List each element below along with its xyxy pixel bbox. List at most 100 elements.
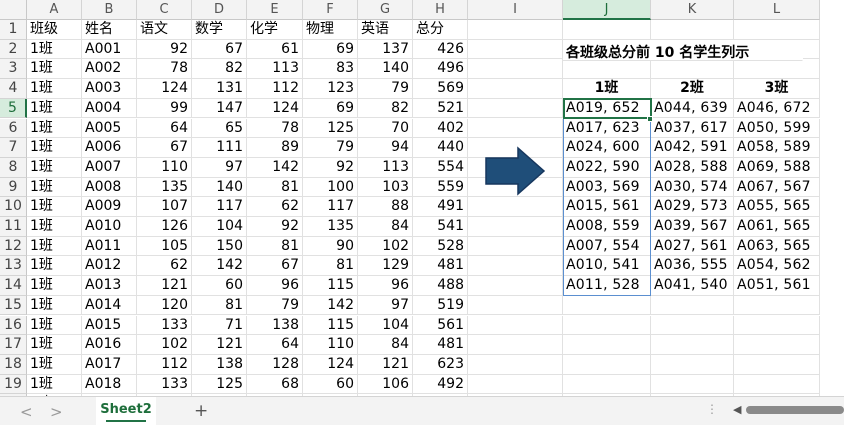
left-table-cell[interactable]: 97 bbox=[192, 157, 247, 178]
sheet-tab-sheet2[interactable]: Sheet2 bbox=[96, 397, 156, 425]
row-header-2[interactable]: 2 bbox=[0, 39, 27, 60]
left-table-cell[interactable]: 60 bbox=[303, 374, 358, 395]
empty-cell[interactable] bbox=[468, 118, 563, 139]
left-table-cell[interactable]: 70 bbox=[358, 118, 413, 139]
add-sheet-icon[interactable]: + bbox=[194, 401, 208, 421]
column-header-g[interactable]: G bbox=[358, 0, 413, 20]
left-table-cell[interactable]: 135 bbox=[137, 177, 192, 198]
left-table-cell[interactable]: 1班 bbox=[27, 335, 82, 355]
row-header-13[interactable]: 13 bbox=[0, 256, 27, 277]
right-table-cell[interactable]: A030, 574 bbox=[651, 177, 734, 198]
left-table-cell[interactable]: 117 bbox=[192, 197, 247, 217]
right-table-cell[interactable]: A051, 561 bbox=[734, 276, 820, 296]
left-table-cell[interactable]: 126 bbox=[137, 217, 192, 237]
left-table-cell[interactable]: 135 bbox=[303, 217, 358, 237]
left-table-cell[interactable]: 496 bbox=[413, 59, 468, 80]
left-table-cell[interactable]: 124 bbox=[137, 79, 192, 99]
left-table-header-cell[interactable]: 物理 bbox=[303, 20, 358, 40]
right-table-cell[interactable]: A029, 573 bbox=[651, 197, 734, 217]
right-table-cell[interactable]: A027, 561 bbox=[651, 236, 734, 257]
left-table-cell[interactable]: 97 bbox=[358, 295, 413, 316]
left-table-cell[interactable]: 83 bbox=[303, 59, 358, 80]
left-table-cell[interactable]: 133 bbox=[137, 374, 192, 395]
left-table-cell[interactable]: 67 bbox=[247, 256, 303, 277]
left-table-cell[interactable]: 1班 bbox=[27, 315, 82, 336]
horizontal-scrollbar[interactable] bbox=[746, 406, 844, 414]
empty-cell[interactable] bbox=[734, 354, 820, 375]
right-table-cell[interactable]: A019, 652 bbox=[563, 98, 651, 119]
left-table-cell[interactable]: 129 bbox=[358, 256, 413, 277]
row-header-17[interactable]: 17 bbox=[0, 335, 27, 355]
empty-cell[interactable] bbox=[734, 295, 820, 316]
right-table-cell[interactable]: A008, 559 bbox=[563, 217, 651, 237]
left-table-cell[interactable]: 106 bbox=[358, 374, 413, 395]
empty-cell[interactable] bbox=[468, 236, 563, 257]
left-table-cell[interactable]: 64 bbox=[137, 118, 192, 139]
right-table-cell[interactable]: A054, 562 bbox=[734, 256, 820, 277]
left-table-cell[interactable]: 82 bbox=[192, 59, 247, 80]
right-table-cell[interactable]: A011, 528 bbox=[563, 276, 651, 296]
left-table-cell[interactable]: 426 bbox=[413, 39, 468, 60]
right-table-cell[interactable]: A069, 588 bbox=[734, 157, 820, 178]
empty-cell[interactable] bbox=[651, 354, 734, 375]
left-table-header-cell[interactable]: 语文 bbox=[137, 20, 192, 40]
left-table-cell[interactable]: 440 bbox=[413, 138, 468, 158]
left-table-cell[interactable]: 125 bbox=[192, 374, 247, 395]
left-table-cell[interactable]: 69 bbox=[303, 98, 358, 119]
left-table-cell[interactable]: 65 bbox=[192, 118, 247, 139]
left-table-cell[interactable]: A003 bbox=[82, 79, 137, 99]
left-table-cell[interactable]: 133 bbox=[137, 315, 192, 336]
empty-cell[interactable] bbox=[563, 315, 651, 336]
left-table-cell[interactable]: 142 bbox=[192, 256, 247, 277]
left-table-cell[interactable]: 99 bbox=[137, 98, 192, 119]
row-header-9[interactable]: 9 bbox=[0, 177, 27, 198]
left-table-cell[interactable]: 1班 bbox=[27, 236, 82, 257]
row-header-7[interactable]: 7 bbox=[0, 138, 27, 158]
right-table-cell[interactable]: A036, 555 bbox=[651, 256, 734, 277]
left-table-cell[interactable]: 81 bbox=[303, 256, 358, 277]
left-table-cell[interactable]: 62 bbox=[137, 256, 192, 277]
left-table-cell[interactable]: 105 bbox=[137, 236, 192, 257]
column-header-f[interactable]: F bbox=[303, 0, 358, 20]
left-table-cell[interactable]: 94 bbox=[358, 138, 413, 158]
left-table-cell[interactable]: 81 bbox=[247, 236, 303, 257]
left-table-cell[interactable]: A011 bbox=[82, 236, 137, 257]
empty-cell[interactable] bbox=[468, 315, 563, 336]
left-table-cell[interactable]: 110 bbox=[303, 335, 358, 355]
left-table-cell[interactable]: 84 bbox=[358, 335, 413, 355]
row-header-12[interactable]: 12 bbox=[0, 236, 27, 257]
column-header-k[interactable]: K bbox=[651, 0, 734, 20]
left-table-cell[interactable]: A002 bbox=[82, 59, 137, 80]
right-table-cell[interactable]: A003, 569 bbox=[563, 177, 651, 198]
row-header-10[interactable]: 10 bbox=[0, 197, 27, 217]
right-table-cell[interactable]: A067, 567 bbox=[734, 177, 820, 198]
empty-cell[interactable] bbox=[563, 335, 651, 355]
column-header-d[interactable]: D bbox=[192, 0, 247, 20]
left-table-cell[interactable]: 140 bbox=[358, 59, 413, 80]
left-table-cell[interactable]: 137 bbox=[358, 39, 413, 60]
left-table-cell[interactable]: 1班 bbox=[27, 79, 82, 99]
column-header-l[interactable]: L bbox=[734, 0, 820, 20]
left-table-cell[interactable]: 124 bbox=[303, 354, 358, 375]
left-table-cell[interactable]: A008 bbox=[82, 177, 137, 198]
left-table-cell[interactable]: 492 bbox=[413, 374, 468, 395]
left-table-cell[interactable]: A010 bbox=[82, 217, 137, 237]
left-table-cell[interactable]: 67 bbox=[137, 138, 192, 158]
right-table-cell[interactable]: A010, 541 bbox=[563, 256, 651, 277]
more-options-icon[interactable]: ⋮ bbox=[706, 402, 718, 416]
right-table-cell[interactable]: A041, 540 bbox=[651, 276, 734, 296]
left-table-cell[interactable]: 89 bbox=[247, 138, 303, 158]
left-table-cell[interactable]: 569 bbox=[413, 79, 468, 99]
row-header-1[interactable]: 1 bbox=[0, 20, 27, 40]
left-table-cell[interactable]: 69 bbox=[303, 39, 358, 60]
row-header-14[interactable]: 14 bbox=[0, 276, 27, 296]
left-table-cell[interactable]: 1班 bbox=[27, 256, 82, 277]
left-table-cell[interactable]: 1班 bbox=[27, 354, 82, 375]
right-table-cell[interactable]: A017, 623 bbox=[563, 118, 651, 139]
left-table-cell[interactable]: 110 bbox=[137, 157, 192, 178]
left-table-cell[interactable]: 559 bbox=[413, 177, 468, 198]
right-table-cell[interactable]: A044, 639 bbox=[651, 98, 734, 119]
row-header-15[interactable]: 15 bbox=[0, 295, 27, 316]
left-table-cell[interactable]: 103 bbox=[358, 177, 413, 198]
left-table-header-cell[interactable]: 英语 bbox=[358, 20, 413, 40]
